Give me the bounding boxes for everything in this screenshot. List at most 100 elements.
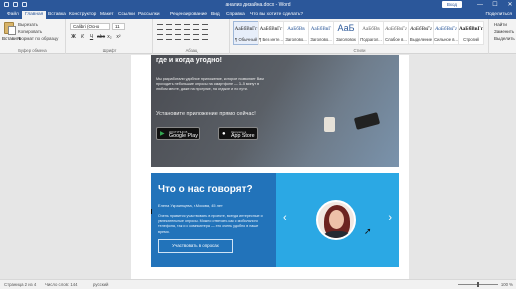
style-heading-2[interactable]: АаБбВвГ Заголово... (308, 21, 334, 45)
tab-file[interactable]: Файл (4, 11, 22, 19)
style-preview: АаБбВвГг (259, 26, 283, 32)
find-button[interactable]: Найти (494, 22, 507, 27)
line-spacing-icon[interactable] (193, 34, 199, 40)
document-page[interactable]: где и когда угодно! Мы разработали удобн… (131, 55, 409, 279)
tab-help[interactable]: Справка (223, 11, 248, 19)
sort-icon[interactable] (202, 24, 208, 30)
tell-me-search[interactable]: Что вы хотите сделать? (247, 11, 306, 19)
page-indicator[interactable]: Страница 2 из 4 (4, 282, 36, 287)
paragraph-group: Абзац (154, 19, 230, 54)
style-name: Выделение (409, 37, 433, 42)
smartphone-shape (353, 112, 381, 130)
font-size-select[interactable]: 11 (112, 23, 125, 30)
group-label: Буфер обмена (18, 48, 47, 53)
zoom-thumb[interactable] (477, 282, 479, 287)
superscript-button[interactable]: x² (115, 34, 122, 41)
style-subtitle[interactable]: АаБбВв Подзагол... (358, 21, 384, 45)
zoom-slider[interactable] (458, 282, 498, 287)
style-name: Сильное в... (434, 37, 458, 42)
paste-icon[interactable] (4, 22, 16, 35)
style-strong[interactable]: АаБбВвГг Строгий (458, 21, 484, 45)
style-name: Заголово... (310, 37, 332, 42)
italic-button[interactable]: К (79, 34, 86, 41)
close-icon[interactable]: ✕ (506, 1, 514, 9)
list-buttons (157, 24, 208, 30)
format-painter-button[interactable]: Формат по образцу (18, 36, 58, 41)
cut-button[interactable]: Вырезать (18, 22, 38, 27)
justify-icon[interactable] (184, 34, 190, 40)
tab-design[interactable]: Конструктор (66, 11, 99, 19)
badge-big-text: Google Play (169, 133, 198, 139)
document-area[interactable]: где и когда угодно! Мы разработали удобн… (0, 55, 516, 279)
app-store-badge: ● Загрузите в App Store (218, 127, 258, 140)
numbering-icon[interactable] (166, 24, 172, 30)
style-preview: АаБбВвГ (310, 26, 332, 32)
style-name: Заголово... (285, 37, 307, 42)
editing-group: Найти Заменить Выделить (490, 19, 516, 54)
style-name: ¶ Без инте... (259, 37, 283, 42)
share-button[interactable]: Поделиться (486, 11, 513, 19)
prev-arrow-icon: ‹ (283, 212, 287, 224)
tab-review[interactable]: Рецензирование (167, 11, 210, 19)
minimize-icon[interactable]: — (476, 1, 484, 9)
style-name: Подзагол... (360, 37, 382, 42)
style-intense-emphasis[interactable]: АаБбВвГг Сильное в... (433, 21, 459, 45)
shading-icon[interactable] (202, 34, 208, 40)
play-store-icon: ▶ (160, 131, 165, 137)
login-button[interactable]: Вход (441, 1, 462, 8)
font-name-select[interactable]: Calibri (Осно (70, 23, 110, 30)
style-preview: АаБ (337, 23, 355, 33)
review-photo-panel: ‹ › (276, 173, 399, 267)
document-title: анализ дизайна.docx - Word (225, 2, 291, 8)
zoom-level[interactable]: 100 % (501, 282, 513, 287)
multilevel-list-icon[interactable] (175, 24, 181, 30)
tab-mailings[interactable]: Рассылки (135, 11, 163, 19)
replace-button[interactable]: Заменить (494, 29, 514, 34)
align-left-icon[interactable] (157, 34, 163, 40)
clipboard-group: Вставить Вырезать Копировать Формат по о… (0, 19, 66, 54)
style-no-spacing[interactable]: АаБбВвГг ¶ Без инте... (258, 21, 284, 45)
word-count[interactable]: Число слов: 144 (45, 282, 78, 287)
app-promo-image: где и когда угодно! Мы разработали удобн… (151, 55, 399, 167)
tab-view[interactable]: Вид (208, 11, 223, 19)
title-bar: анализ дизайна.docx - Word Вход — ☐ ✕ (0, 0, 516, 10)
alignment-buttons (157, 34, 208, 40)
promo-title: где и когда угодно! (156, 57, 222, 64)
style-name: ¶ Обычный (235, 37, 257, 42)
underline-button[interactable]: Ч (88, 34, 95, 41)
styles-group: АаБбВвГг ¶ Обычный АаБбВвГг ¶ Без инте..… (231, 19, 489, 54)
review-panel: Что о нас говорят? Елена Украинцева, г.М… (151, 173, 276, 267)
reviews-title: Что о нас говорят? (158, 184, 253, 195)
maximize-icon[interactable]: ☐ (491, 1, 499, 9)
status-bar: Страница 2 из 4 Число слов: 144 русский … (0, 279, 516, 289)
strikethrough-button[interactable]: abc (97, 34, 105, 41)
style-name: Строгий (463, 37, 479, 42)
style-normal[interactable]: АаБбВвГг ¶ Обычный (233, 21, 259, 45)
style-title[interactable]: АаБ Заголовок (333, 21, 359, 45)
decrease-indent-icon[interactable] (184, 24, 190, 30)
style-preview: АаБбВв (287, 26, 305, 32)
align-right-icon[interactable] (175, 34, 181, 40)
style-heading-1[interactable]: АаБбВв Заголово... (283, 21, 309, 45)
group-label: Шрифт (102, 48, 117, 53)
group-label: Абзац (185, 48, 198, 53)
select-button[interactable]: Выделить (494, 36, 515, 41)
reviews-section: Что о нас говорят? Елена Украинцева, г.М… (151, 173, 399, 267)
align-center-icon[interactable] (166, 34, 172, 40)
subscript-button[interactable]: x₂ (106, 34, 113, 41)
language-indicator[interactable]: русский (93, 282, 108, 287)
style-subtle-emphasis[interactable]: АаБбВвГг Слабое в... (383, 21, 409, 45)
tab-home[interactable]: Главная (22, 11, 47, 19)
tab-layout[interactable]: Макет (97, 11, 117, 19)
participate-button: Участвовать в опросах (158, 239, 233, 253)
bullets-icon[interactable] (157, 24, 163, 30)
style-emphasis[interactable]: АаБбВвГг Выделение (408, 21, 434, 45)
copy-button[interactable]: Копировать (18, 29, 42, 34)
bold-button[interactable]: Ж (70, 34, 77, 41)
style-name: Заголовок (336, 37, 356, 42)
style-preview: АаБбВвГг (234, 26, 258, 32)
style-name: Слабое в... (385, 37, 407, 42)
increase-indent-icon[interactable] (193, 24, 199, 30)
text-cursor (151, 209, 152, 214)
window-controls: — ☐ ✕ (476, 1, 514, 9)
